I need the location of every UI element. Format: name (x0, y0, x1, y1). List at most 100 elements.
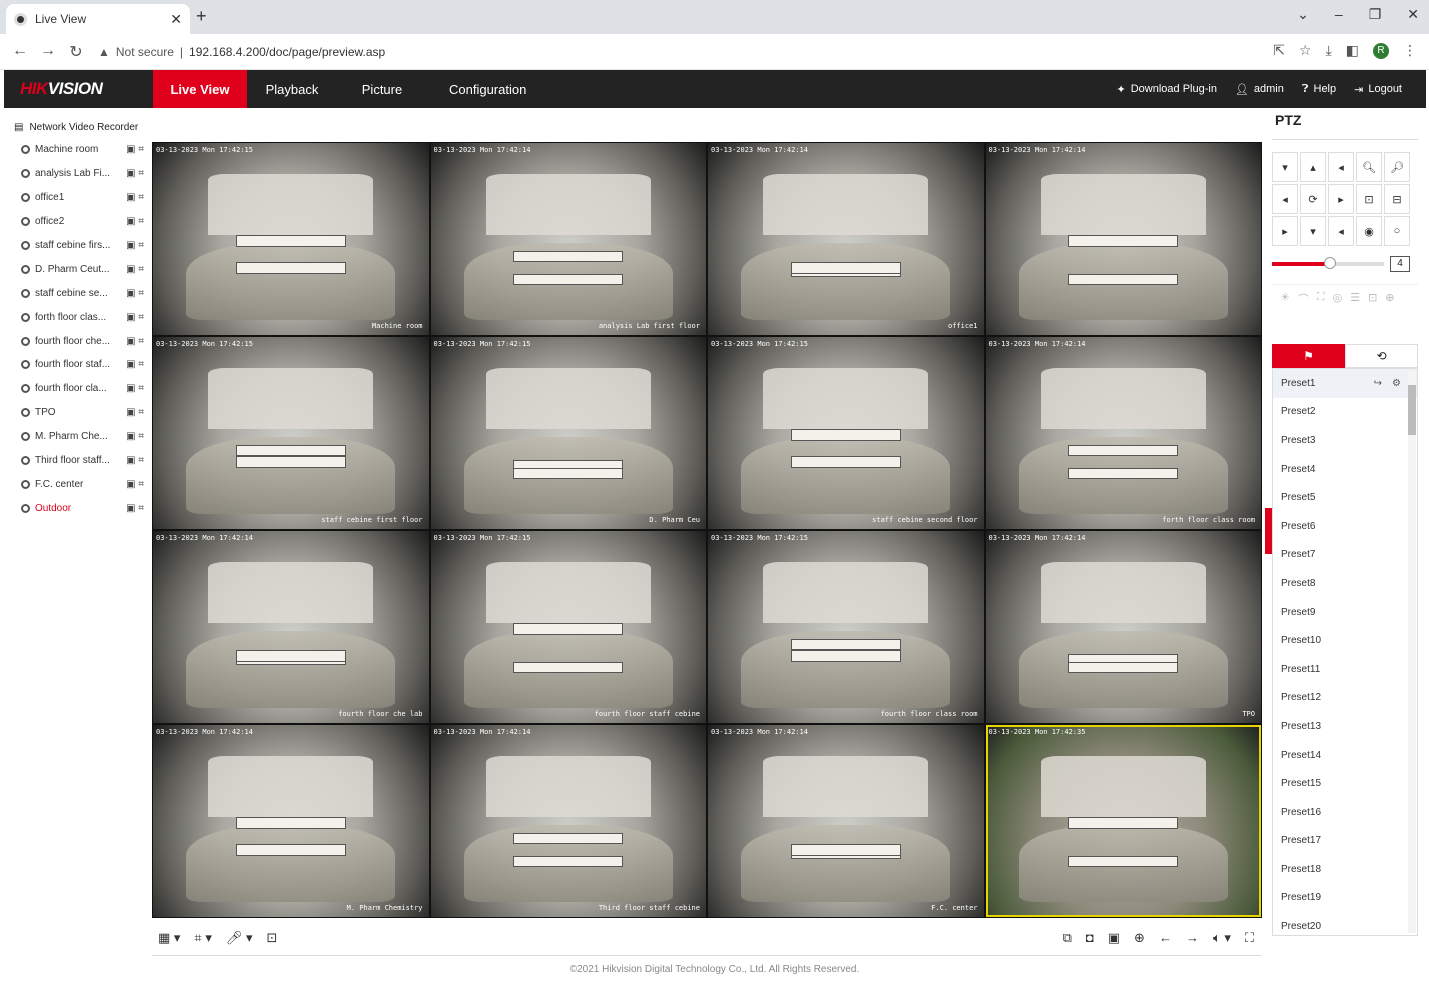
camera-item[interactable]: fourth floor che... ▣ ⌗ (14, 329, 144, 353)
camera-actions[interactable]: ▣ ⌗ (114, 431, 144, 442)
preset-item[interactable]: Preset10 (1273, 626, 1417, 655)
camera-actions[interactable]: ▣ ⌗ (114, 168, 144, 179)
video-tile[interactable]: 03-13-2023 Mon 17:42:15 fourth floor staf… (430, 531, 706, 723)
preset-item[interactable]: Preset2 (1273, 398, 1417, 427)
camera-actions[interactable]: ▣ ⌗ (114, 455, 144, 466)
ptz-speed-slider[interactable]: 4 (1272, 256, 1418, 272)
zoom-in-icon[interactable]: 🔍︎ (1356, 152, 1382, 182)
camera-actions[interactable]: ▣ ⌗ (114, 359, 144, 370)
browser-tab[interactable]: Live View ✕ (6, 4, 190, 34)
camera-item[interactable]: staff cebine se... ▣ ⌗ (14, 281, 144, 305)
zoom-icon[interactable]: ⊕ (1134, 930, 1145, 946)
next-page-icon[interactable]: → (1186, 930, 1199, 946)
ptz-down-icon[interactable]: ▾ (1300, 216, 1326, 246)
video-tile[interactable]: 03-13-2023 Mon 17:42:14 Third floor staff… (430, 725, 706, 917)
ptz-up-icon[interactable]: ▴ (1300, 152, 1326, 182)
logout-link[interactable]: ⇥ Logout (1354, 83, 1402, 96)
nav-configuration[interactable]: Configuration (427, 70, 548, 108)
preset-item[interactable]: Preset13 (1273, 712, 1417, 741)
camera-actions[interactable]: ▣ ⌗ (114, 288, 144, 299)
record-icon[interactable]: ▣ (1108, 930, 1120, 946)
preset-item[interactable]: Preset9 (1273, 598, 1417, 627)
stream-icon[interactable]: ⌗ ▾ (194, 930, 211, 946)
ptz-down-left-icon[interactable]: ▸ (1272, 216, 1298, 246)
tab-close-icon[interactable]: ✕ (170, 11, 182, 28)
preset-item[interactable]: Preset4 (1273, 455, 1417, 484)
ptz-up-left-icon[interactable]: ▾ (1272, 152, 1298, 182)
start-all-icon[interactable]: ⊡ (267, 930, 278, 946)
video-tile[interactable]: 03-13-2023 Mon 17:42:15 staff cebine seco… (708, 337, 984, 529)
preset-item[interactable]: Preset17 (1273, 827, 1417, 856)
prev-page-icon[interactable]: ← (1159, 930, 1172, 946)
ptz-up-right-icon[interactable]: ◂ (1328, 152, 1354, 182)
tab-patrol[interactable]: ⟲ (1345, 344, 1418, 368)
video-tile[interactable]: 03-13-2023 Mon 17:42:15 fourth floor clas… (708, 531, 984, 723)
camera-item[interactable]: M. Pharm Che... ▣ ⌗ (14, 425, 144, 449)
ptz-auto-icon[interactable]: ⟳ (1300, 184, 1326, 214)
tab-preset[interactable]: ⚑ (1272, 344, 1345, 368)
video-tile[interactable]: 03-13-2023 Mon 17:42:14 M. Pharm Chemistr… (153, 725, 429, 917)
volume-icon[interactable]: 🔈︎ ▾ (1213, 930, 1231, 946)
camera-actions[interactable]: ▣ ⌗ (114, 216, 144, 227)
iris-close-icon[interactable]: ○ (1384, 216, 1410, 246)
bookmark-star-icon[interactable]: ☆ (1299, 42, 1312, 59)
restore-icon[interactable]: ❐ (1369, 6, 1382, 23)
help-link[interactable]: ❓︎ Help (1302, 83, 1336, 96)
camera-actions[interactable]: ▣ ⌗ (114, 503, 144, 514)
focus-assist-icon[interactable]: ⛶ (1317, 291, 1325, 340)
camera-item[interactable]: TPO ▣ ⌗ (14, 401, 144, 425)
fullscreen-icon[interactable]: ⛶ (1245, 930, 1254, 946)
wiper-icon[interactable]: ⌒ (1298, 291, 1309, 340)
video-tile[interactable]: 03-13-2023 Mon 17:42:15 staff cebine firs… (153, 337, 429, 529)
camera-item[interactable]: Machine room ▣ ⌗ (14, 138, 144, 162)
preset-item[interactable]: Preset11 (1273, 655, 1417, 684)
camera-actions[interactable]: ▣ ⌗ (114, 383, 144, 394)
share-icon[interactable]: ⇱ (1273, 42, 1285, 59)
camera-actions[interactable]: ▣ ⌗ (114, 312, 144, 323)
url-field[interactable]: ▲ Not secure | 192.168.4.200/doc/page/pr… (98, 45, 385, 59)
preset-item[interactable]: Preset3 (1273, 426, 1417, 455)
ptz-down-right-icon[interactable]: ◂ (1328, 216, 1354, 246)
nav-picture[interactable]: Picture (337, 70, 427, 108)
microphone-icon[interactable]: 🎤︎ ▾ (226, 930, 253, 946)
camera-item[interactable]: fourth floor cla... ▣ ⌗ (14, 377, 144, 401)
nav-playback[interactable]: Playback (247, 70, 337, 108)
preset-item[interactable]: Preset8 (1273, 569, 1417, 598)
forward-icon[interactable]: → (36, 42, 60, 62)
video-tile[interactable]: 03-13-2023 Mon 17:42:35 (985, 725, 1261, 917)
tab-search-icon[interactable]: ⌄ (1297, 6, 1309, 23)
zoom-out-icon[interactable]: 🔎︎ (1384, 152, 1410, 182)
download-plugin-link[interactable]: ✦ Download Plug-in (1117, 83, 1217, 96)
iris-open-icon[interactable]: ◉ (1356, 216, 1382, 246)
video-tile[interactable]: 03-13-2023 Mon 17:42:15 D. Pharm Ceu (430, 337, 706, 529)
ptz-left-icon[interactable]: ◂ (1272, 184, 1298, 214)
camera-item[interactable]: forth floor clas... ▣ ⌗ (14, 305, 144, 329)
side-panel-icon[interactable]: ◧ (1346, 42, 1359, 59)
preset-item[interactable]: Preset15 (1273, 769, 1417, 798)
preset-item[interactable]: Preset5 (1273, 483, 1417, 512)
preset-item[interactable]: Preset16 (1273, 798, 1417, 827)
camera-item[interactable]: Outdoor ▣ ⌗ (14, 496, 144, 520)
camera-item[interactable]: fourth floor staf... ▣ ⌗ (14, 353, 144, 377)
back-icon[interactable]: ← (8, 42, 32, 62)
download-icon[interactable]: ⤓ (1326, 42, 1332, 59)
camera-item[interactable]: Third floor staff... ▣ ⌗ (14, 449, 144, 473)
video-tile[interactable]: 03-13-2023 Mon 17:42:15 Machine room (153, 143, 429, 335)
stop-all-icon[interactable]: ⧉ (1063, 930, 1072, 946)
camera-item[interactable]: F.C. center ▣ ⌗ (14, 472, 144, 496)
preset-item[interactable]: Preset1 ↪ ⚙ (1273, 369, 1417, 398)
speed-knob[interactable] (1324, 257, 1337, 269)
nav-live-view[interactable]: Live View (153, 70, 247, 108)
set-preset-gear-icon[interactable]: ⚙ (1392, 378, 1401, 389)
camera-actions[interactable]: ▣ ⌗ (114, 240, 144, 251)
panel-collapse-handle[interactable] (1265, 508, 1272, 554)
manual-track-icon[interactable]: ⊡ (1368, 291, 1377, 340)
camera-actions[interactable]: ▣ ⌗ (114, 192, 144, 203)
new-tab-button[interactable]: + (196, 6, 207, 27)
video-tile[interactable]: 03-13-2023 Mon 17:42:14 office1 (708, 143, 984, 335)
preset-item[interactable]: Preset20 (1273, 912, 1417, 935)
minimize-icon[interactable]: – (1335, 6, 1343, 23)
camera-item[interactable]: D. Pharm Ceut... ▣ ⌗ (14, 257, 144, 281)
close-window-icon[interactable]: ✕ (1407, 6, 1419, 23)
camera-item[interactable]: analysis Lab Fi... ▣ ⌗ (14, 162, 144, 186)
